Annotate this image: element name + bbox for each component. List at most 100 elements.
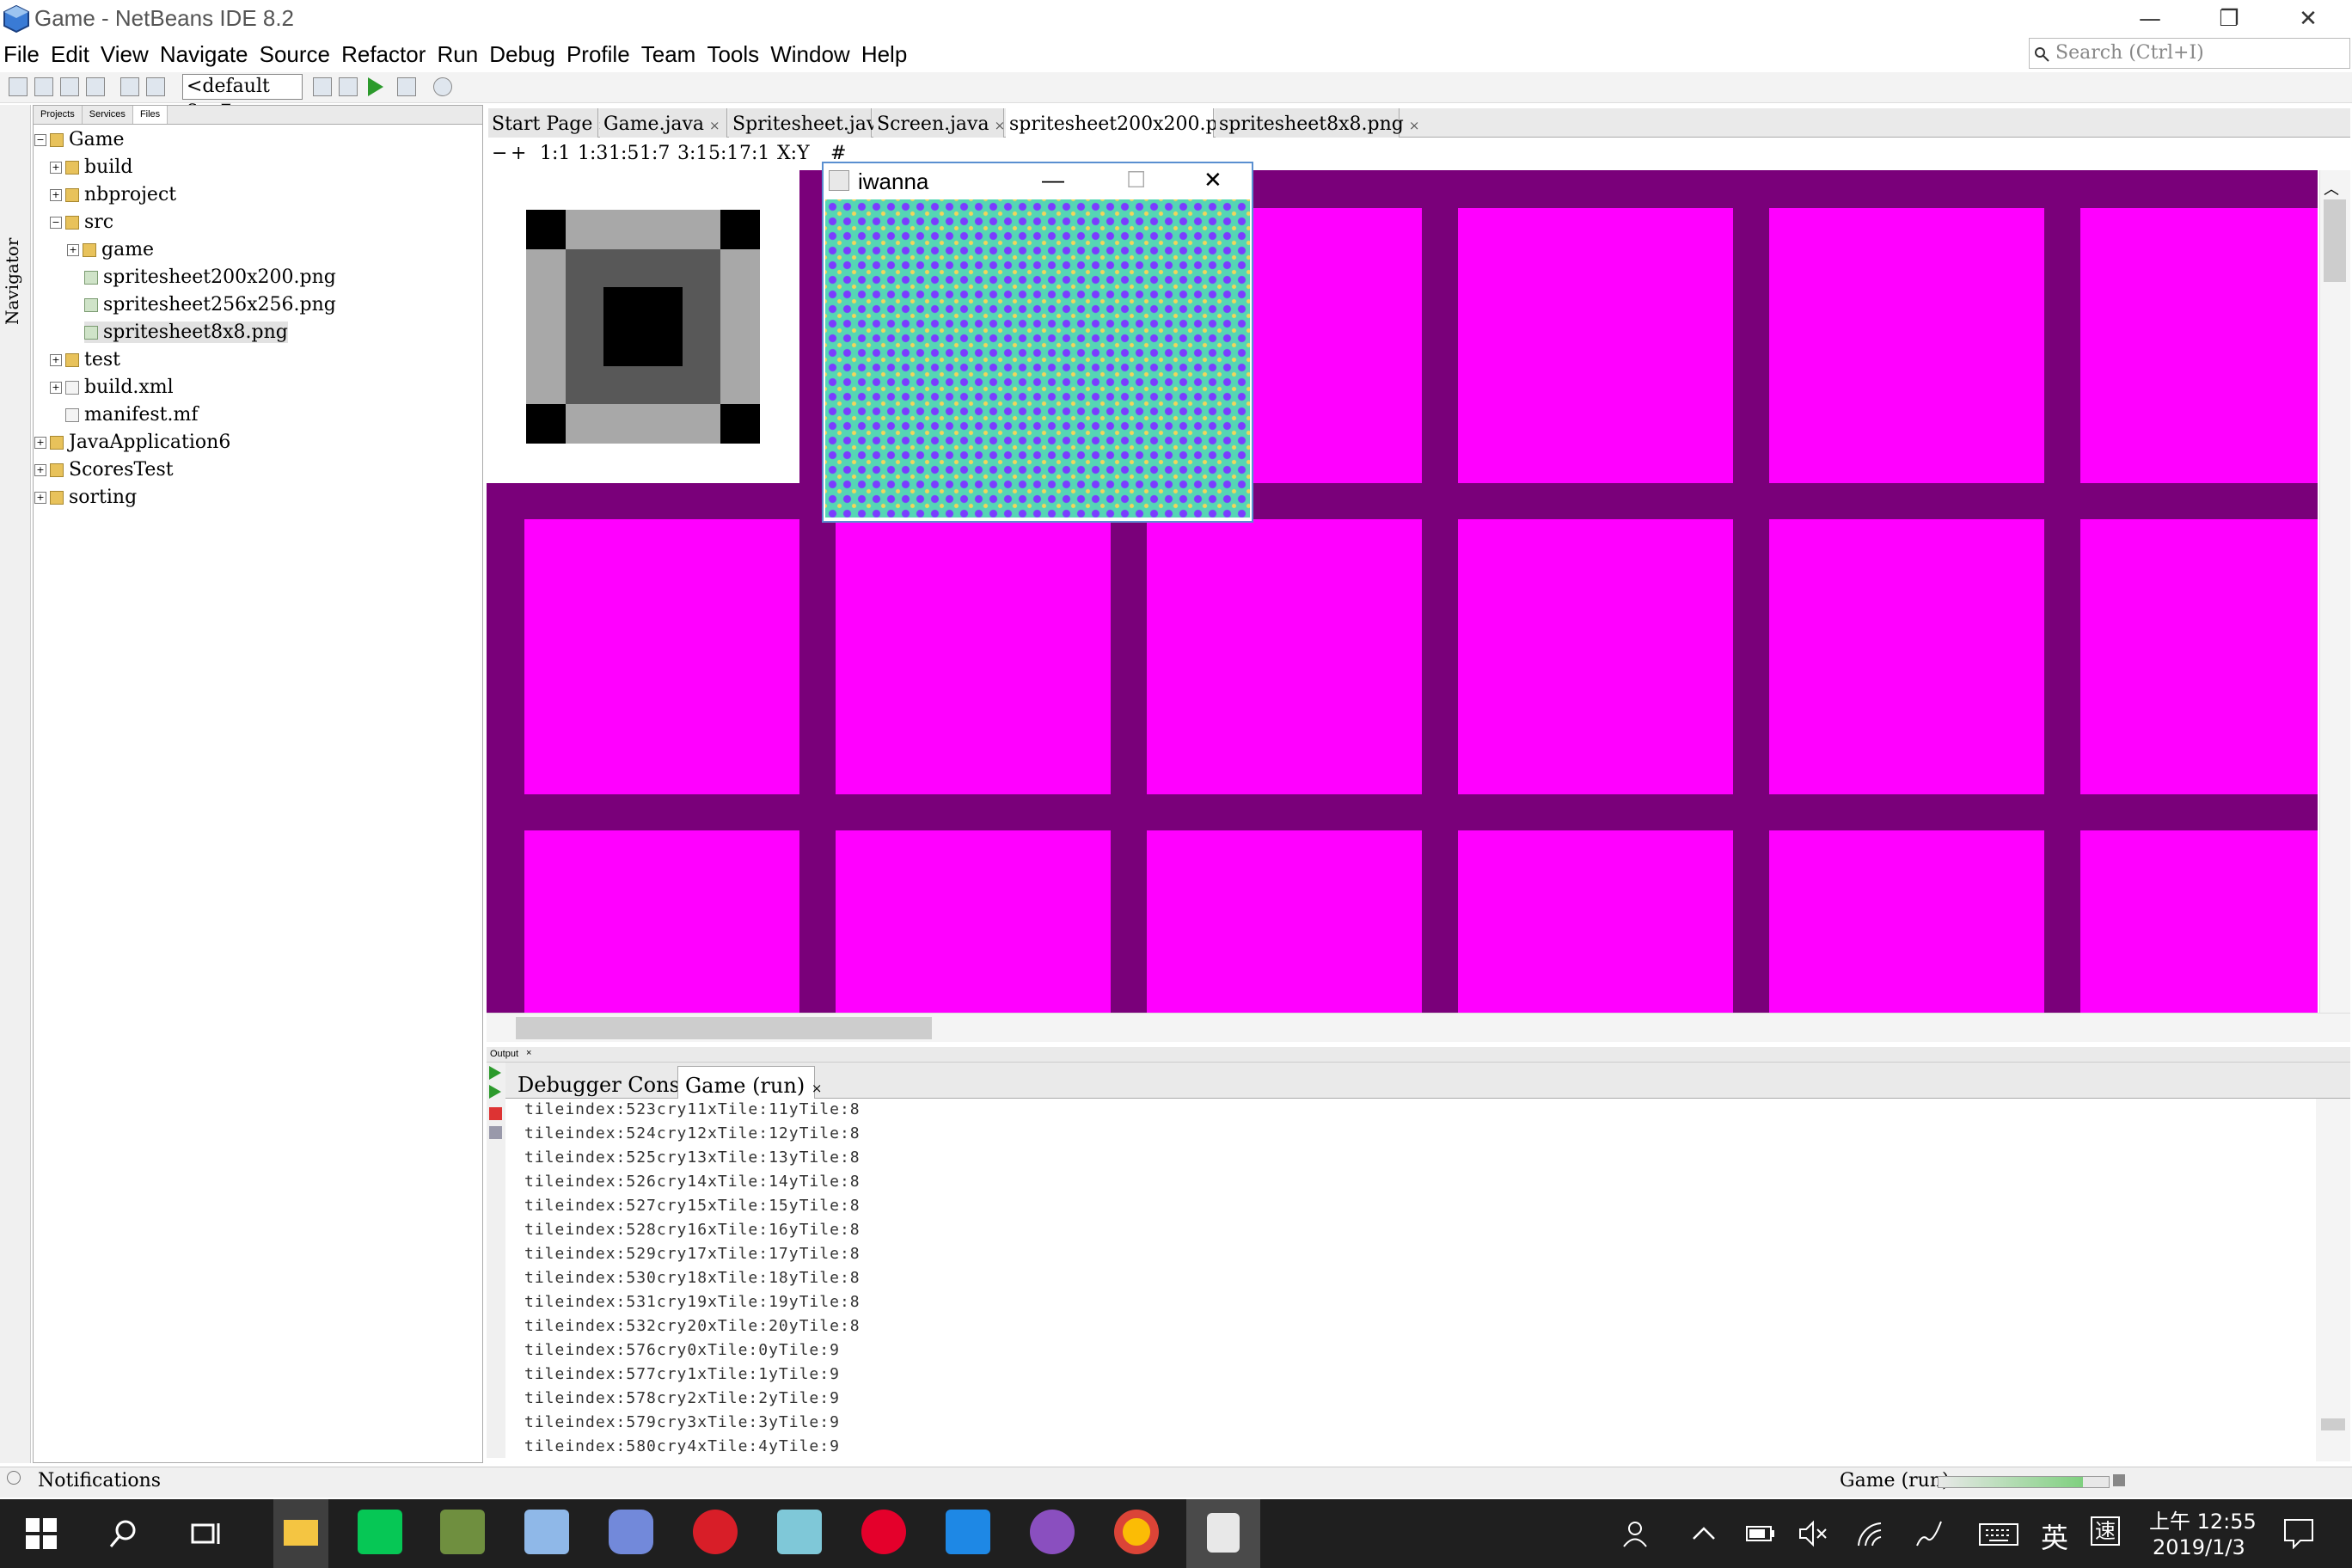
- close-icon[interactable]: ×: [1409, 118, 1420, 133]
- profile-icon[interactable]: [433, 77, 452, 96]
- task-view-icon[interactable]: [191, 1520, 222, 1547]
- restore-button[interactable]: ❐: [2190, 0, 2268, 38]
- tree-item-file[interactable]: spritesheet256x256.png: [84, 294, 336, 315]
- close-icon[interactable]: ×: [995, 118, 1006, 133]
- run-status-label[interactable]: Game (run): [1840, 1470, 1950, 1491]
- file-explorer-app[interactable]: [273, 1499, 328, 1568]
- debug-icon[interactable]: [397, 77, 416, 96]
- close-button[interactable]: ✕: [2269, 0, 2347, 38]
- tree-item-game-package[interactable]: + game: [67, 239, 154, 260]
- scroll-thumb[interactable]: [516, 1017, 932, 1039]
- tree-item-nbproject[interactable]: + nbproject: [50, 184, 176, 205]
- scroll-thumb[interactable]: [2324, 199, 2346, 282]
- windows-start-icon[interactable]: [26, 1518, 57, 1549]
- new-file-icon[interactable]: [34, 77, 53, 96]
- tab-services[interactable]: Services: [83, 106, 133, 124]
- new-project-icon[interactable]: [9, 77, 28, 96]
- discord-app[interactable]: [609, 1510, 653, 1554]
- notifications-label[interactable]: Notifications: [38, 1470, 161, 1491]
- redo-icon[interactable]: [146, 77, 165, 96]
- menu-source[interactable]: Source: [260, 41, 330, 67]
- menu-refactor[interactable]: Refactor: [341, 41, 426, 67]
- scroll-up-icon[interactable]: ︿: [2324, 177, 2339, 199]
- menu-tools[interactable]: Tools: [707, 41, 759, 67]
- rerun-icon[interactable]: [489, 1066, 501, 1080]
- notifications-icon[interactable]: [7, 1471, 21, 1485]
- output-console[interactable]: tileindex:523cry11xTile:11yTile:8 tilein…: [505, 1099, 2316, 1461]
- netbeans-app[interactable]: [524, 1510, 569, 1554]
- close-icon[interactable]: ×: [526, 1048, 531, 1058]
- settings-icon[interactable]: [489, 1126, 502, 1139]
- tree-item-manifest[interactable]: manifest.mf: [65, 404, 198, 426]
- collapse-icon[interactable]: −: [34, 134, 46, 146]
- tab-screen-java[interactable]: Screen.java ×: [873, 108, 1006, 138]
- java-app[interactable]: [1186, 1499, 1260, 1568]
- tree-item-build[interactable]: + build: [50, 156, 132, 178]
- minimize-button[interactable]: —: [2111, 0, 2189, 38]
- search-input[interactable]: Search (Ctrl+I): [2029, 38, 2350, 69]
- vertical-scrollbar[interactable]: ︿: [2319, 170, 2350, 1013]
- menu-edit[interactable]: Edit: [51, 41, 89, 67]
- menu-run[interactable]: Run: [437, 41, 478, 67]
- opera-app[interactable]: [861, 1510, 906, 1554]
- pen-icon[interactable]: [1914, 1518, 1945, 1549]
- tab-debugger-console[interactable]: Debugger Console ×: [511, 1066, 728, 1099]
- collapse-icon[interactable]: −: [50, 217, 62, 229]
- clock-time[interactable]: 上午 12:55: [2149, 1504, 2257, 1534]
- paint-app[interactable]: [440, 1510, 485, 1554]
- undo-icon[interactable]: [120, 77, 139, 96]
- tab-game-java[interactable]: Game.java ×: [600, 108, 727, 138]
- scroll-thumb[interactable]: [2321, 1418, 2345, 1430]
- tab-game-run[interactable]: Game (run) ×: [677, 1066, 822, 1099]
- tree-item-game[interactable]: − Game: [34, 129, 125, 150]
- build-icon[interactable]: [339, 77, 358, 96]
- zoom-3-1[interactable]: 3:1: [677, 143, 707, 164]
- tree-item-project[interactable]: + sorting: [34, 487, 137, 508]
- action-center-icon[interactable]: [2283, 1518, 2314, 1549]
- expand-icon[interactable]: +: [34, 437, 46, 449]
- menu-navigate[interactable]: Navigate: [160, 41, 248, 67]
- volume-muted-icon[interactable]: [1798, 1520, 1828, 1547]
- zoom-1-1[interactable]: 1:1: [540, 143, 570, 164]
- zoom-1-7[interactable]: 1:7: [640, 143, 670, 164]
- output-scrollbar[interactable]: [2316, 1099, 2350, 1461]
- people-icon[interactable]: [1621, 1520, 1649, 1547]
- tree-item-project[interactable]: + ScoresTest: [34, 459, 174, 481]
- tab-projects[interactable]: Projects: [34, 106, 83, 124]
- menu-help[interactable]: Help: [861, 41, 907, 67]
- tree-item-file[interactable]: spritesheet200x200.png: [84, 266, 336, 288]
- minimize-button[interactable]: —: [1042, 167, 1064, 193]
- chrome-app[interactable]: [1114, 1510, 1159, 1554]
- horizontal-scrollbar[interactable]: [487, 1013, 2350, 1042]
- menu-debug[interactable]: Debug: [489, 41, 555, 67]
- save-all-icon[interactable]: [86, 77, 105, 96]
- github-app[interactable]: [1030, 1510, 1075, 1554]
- config-select[interactable]: <default c... ▾: [182, 74, 303, 119]
- close-icon[interactable]: ×: [812, 1081, 823, 1096]
- iwanna-window[interactable]: iwanna — ☐ ✕: [822, 162, 1253, 523]
- tab-files[interactable]: Files: [132, 106, 168, 124]
- tab-start-page[interactable]: Start Page×: [488, 108, 609, 138]
- rerun-with-args-icon[interactable]: [489, 1085, 501, 1099]
- navigator-tab[interactable]: Navigator: [2, 238, 22, 325]
- game-render-area[interactable]: [825, 199, 1250, 518]
- wifi-icon[interactable]: [1855, 1520, 1884, 1547]
- expand-icon[interactable]: +: [34, 492, 46, 504]
- expand-icon[interactable]: +: [50, 189, 62, 201]
- battery-icon[interactable]: [1745, 1522, 1776, 1546]
- tree-item-project[interactable]: + JavaApplication6: [34, 432, 230, 453]
- clock-date[interactable]: 2019/1/3: [2153, 1535, 2245, 1559]
- tab-spritesheet8[interactable]: spritesheet8x8.png ×: [1216, 108, 1419, 138]
- expand-icon[interactable]: +: [50, 162, 62, 174]
- maximize-button[interactable]: ☐: [1126, 167, 1146, 193]
- vscode-app[interactable]: [946, 1510, 990, 1554]
- run-icon[interactable]: [368, 77, 383, 96]
- tab-spritesheet200[interactable]: spritesheet200x200.png×: [1006, 108, 1258, 138]
- close-button[interactable]: ✕: [1204, 167, 1222, 193]
- garena-app[interactable]: [693, 1510, 738, 1554]
- ime-mode[interactable]: 英: [2041, 1516, 2068, 1556]
- menu-window[interactable]: Window: [770, 41, 849, 67]
- expand-icon[interactable]: +: [67, 244, 79, 256]
- menu-team[interactable]: Team: [641, 41, 696, 67]
- menu-profile[interactable]: Profile: [567, 41, 630, 67]
